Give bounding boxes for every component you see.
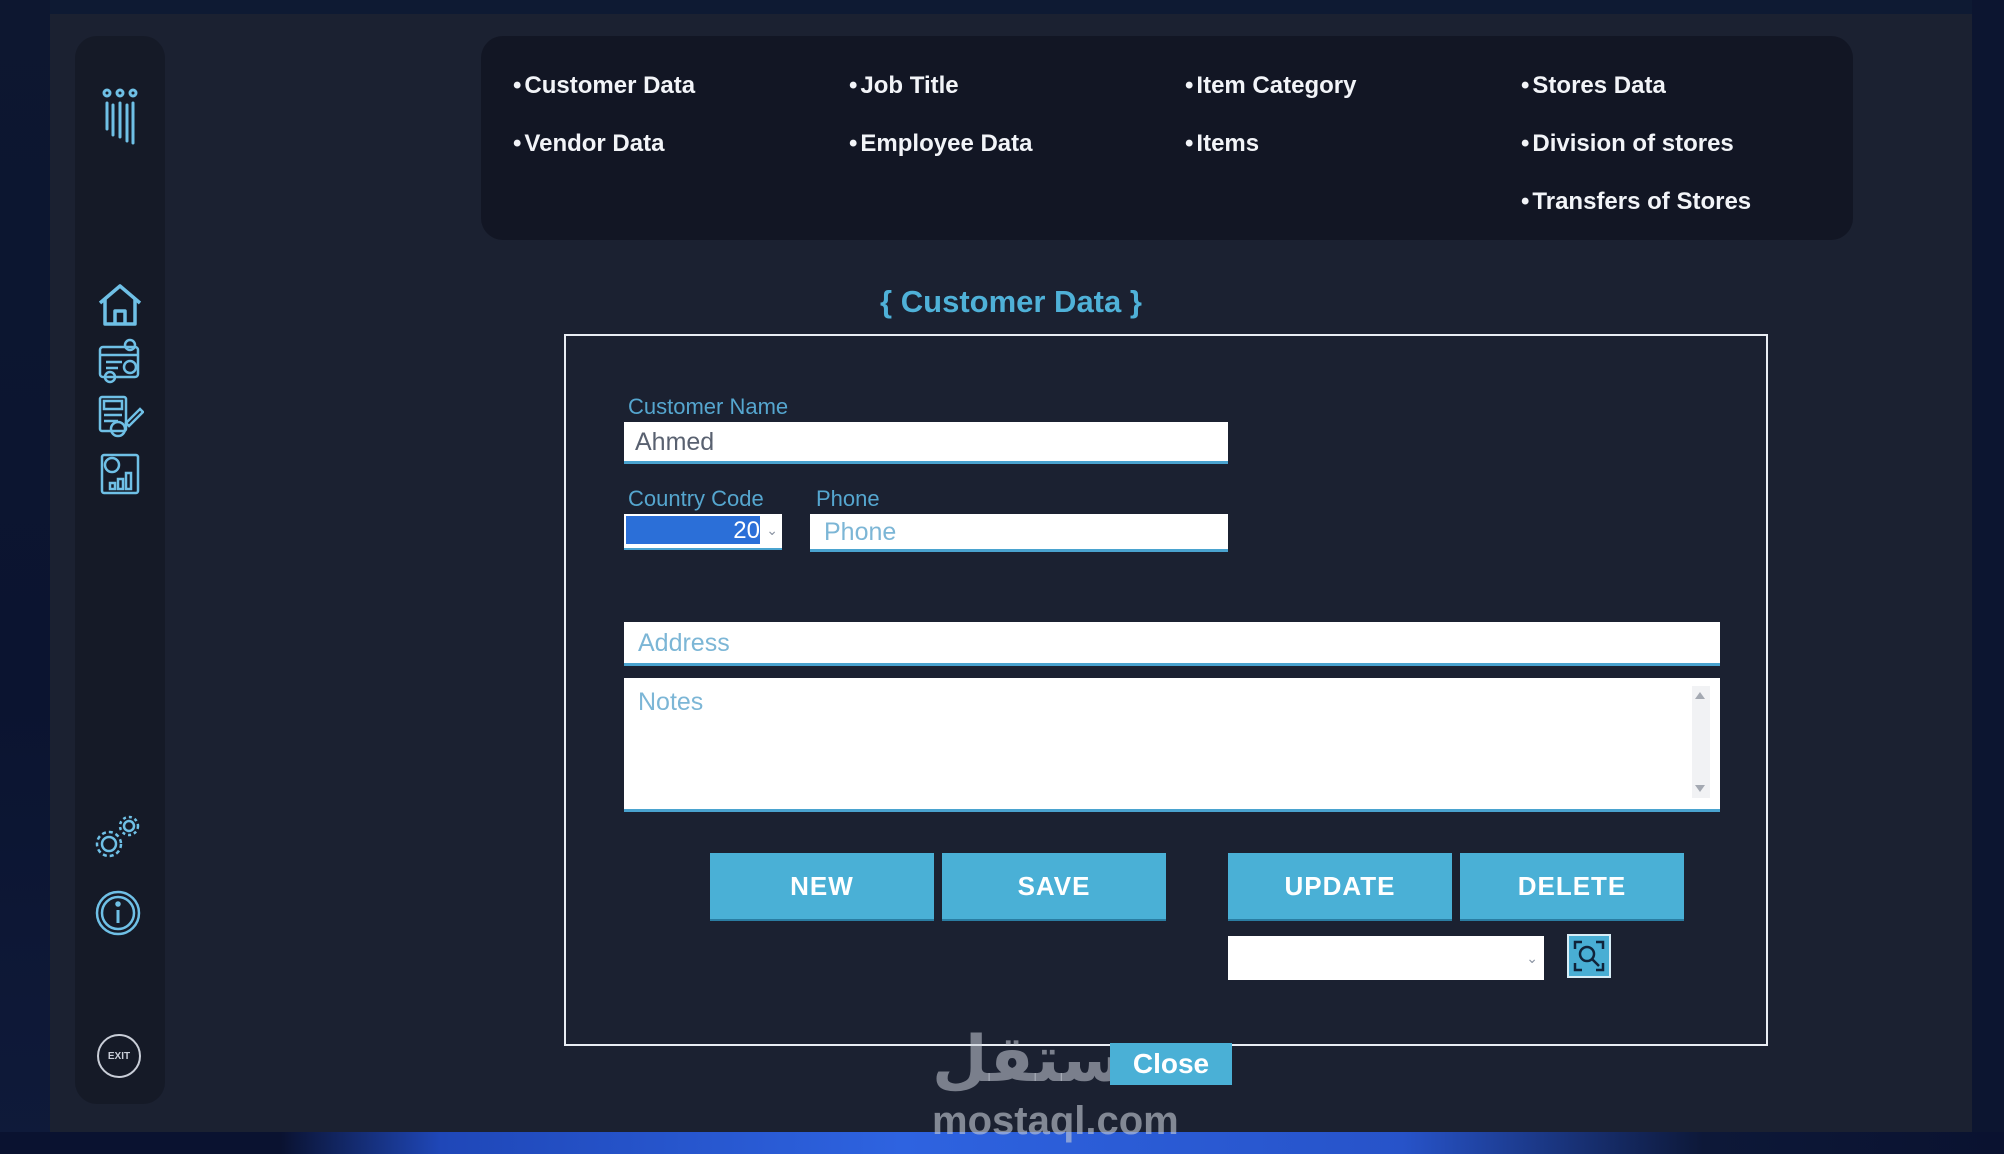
menu-item-division-of-stores[interactable]: Division of stores: [1521, 128, 1751, 186]
phone-placeholder: Phone: [824, 518, 897, 546]
customer-name-label: Customer Name: [628, 394, 789, 419]
country-code-select[interactable]: 20 ⌄: [624, 514, 782, 550]
menu-item-customer-data[interactable]: Customer Data: [513, 70, 695, 128]
scroll-up-icon[interactable]: [1695, 692, 1705, 699]
search-button[interactable]: [1567, 934, 1611, 978]
top-menu: Customer Data Vendor Data Job Title Empl…: [481, 36, 1853, 240]
menu-item-job-title[interactable]: Job Title: [849, 70, 1032, 128]
address-placeholder: Address: [638, 629, 730, 657]
gears-icon[interactable]: [91, 812, 145, 862]
exit-label: EXIT: [107, 1050, 131, 1062]
notes-placeholder: Notes: [638, 688, 704, 716]
page-title: { Customer Data }: [50, 284, 1972, 320]
phone-label: Phone: [816, 486, 880, 511]
notes-scrollbar[interactable]: [1692, 686, 1710, 798]
menu-item-stores-data[interactable]: Stores Data: [1521, 70, 1751, 128]
country-code-value: 20: [733, 517, 760, 544]
delete-button[interactable]: DELETE: [1460, 853, 1684, 919]
chevron-down-icon: ⌄: [766, 522, 778, 538]
close-button[interactable]: Close: [1110, 1043, 1232, 1085]
save-button[interactable]: SAVE: [942, 853, 1166, 919]
update-button[interactable]: UPDATE: [1228, 853, 1452, 919]
watermark-latin: mostaql.com: [932, 1099, 1179, 1143]
menu-column-3: Item Category Items: [1185, 70, 1356, 186]
invoice-icon[interactable]: [95, 392, 145, 442]
app-logo-icon: [95, 86, 145, 148]
menu-item-transfers-of-stores[interactable]: Transfers of Stores: [1521, 186, 1751, 244]
app-window: EXIT Customer Data Vendor Data Job Title…: [50, 14, 1972, 1143]
search-combobox[interactable]: ⌄: [1228, 936, 1544, 980]
menu-item-vendor-data[interactable]: Vendor Data: [513, 128, 695, 186]
title-text: Customer Data: [900, 284, 1122, 319]
chevron-down-icon: ⌄: [1526, 950, 1538, 966]
exit-icon[interactable]: EXIT: [97, 1034, 141, 1078]
desktop-top-edge: [0, 0, 2004, 14]
new-button[interactable]: NEW: [710, 853, 934, 919]
analytics-icon[interactable]: [95, 448, 145, 498]
info-icon[interactable]: [93, 888, 143, 938]
menu-column-4: Stores Data Division of stores Transfers…: [1521, 70, 1751, 244]
search-icon: [1573, 940, 1605, 972]
reports-icon[interactable]: [95, 336, 145, 386]
menu-item-item-category[interactable]: Item Category: [1185, 70, 1356, 128]
customer-name-value: Ahmed: [635, 428, 715, 456]
customer-form: Customer Name Ahmed Country Code 20 ⌄ Ph…: [564, 334, 1768, 1046]
desktop-right-edge: [1972, 0, 2004, 1154]
menu-item-items[interactable]: Items: [1185, 128, 1356, 186]
scroll-down-icon[interactable]: [1695, 785, 1705, 792]
title-brace-close: }: [1129, 284, 1142, 319]
menu-item-employee-data[interactable]: Employee Data: [849, 128, 1032, 186]
title-brace-open: {: [880, 284, 893, 319]
address-field[interactable]: Address: [624, 622, 1720, 666]
phone-field[interactable]: Phone: [810, 514, 1228, 552]
menu-column-2: Job Title Employee Data: [849, 70, 1032, 186]
sidebar: EXIT: [75, 36, 165, 1104]
desktop-left-edge: [0, 0, 50, 1154]
notes-field[interactable]: Notes: [624, 678, 1720, 812]
country-code-label: Country Code: [628, 486, 764, 511]
menu-column-1: Customer Data Vendor Data: [513, 70, 695, 186]
customer-name-field[interactable]: Ahmed: [624, 422, 1228, 464]
